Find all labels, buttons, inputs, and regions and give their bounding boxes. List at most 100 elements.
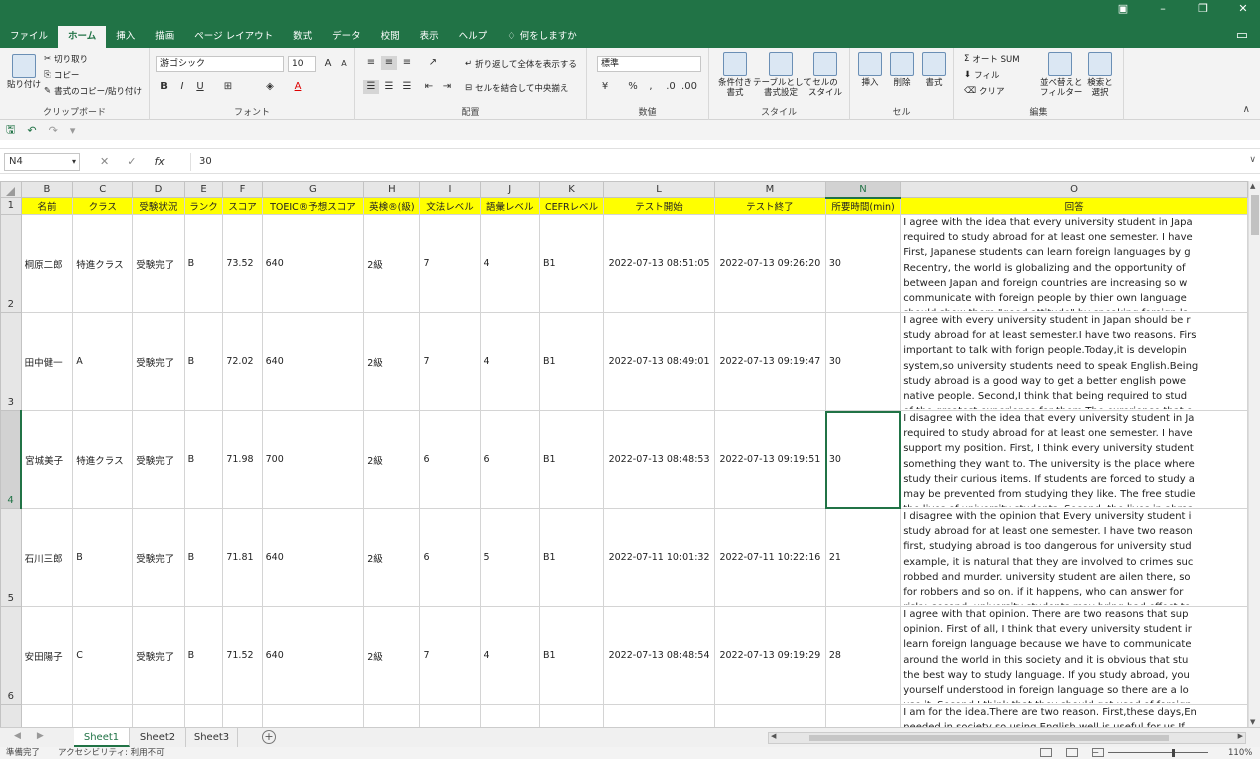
cell-end[interactable]: 2022-07-11 10:22:16	[713, 508, 826, 607]
tab-file[interactable]: ファイル	[0, 26, 58, 48]
scroll-left-icon[interactable]: ◀	[771, 732, 776, 740]
cell-end[interactable]: 2022-07-13 09:26:20	[713, 214, 826, 313]
orientation-icon[interactable]: ↗	[425, 56, 441, 70]
header-cell[interactable]: 回答	[900, 197, 1248, 215]
tab-page-layout[interactable]: ページ レイアウト	[184, 26, 283, 48]
align-center-icon[interactable]: ☰	[381, 80, 397, 94]
cell-score[interactable]: 71.98	[222, 410, 263, 509]
row-header[interactable]: 1	[0, 197, 22, 215]
zoom-level[interactable]: 110%	[1228, 747, 1252, 759]
ribbon-display-icon[interactable]: ▣	[1114, 2, 1132, 15]
format-cells-button[interactable]: 書式	[918, 52, 950, 88]
row-header[interactable]: 2	[0, 214, 22, 313]
tab-help[interactable]: ヘルプ	[449, 26, 498, 48]
cell-toeic[interactable]: 700	[261, 410, 365, 509]
format-painter-button[interactable]: ✎ 書式のコピー/貼り付け	[44, 85, 142, 97]
cell-score[interactable]: 72.02	[222, 312, 263, 411]
header-cell[interactable]: テスト終了	[713, 197, 826, 215]
cell-class[interactable]: 特進クラス	[72, 410, 134, 509]
header-cell[interactable]: CEFRレベル	[538, 197, 605, 215]
tab-view[interactable]: 表示	[410, 26, 449, 48]
collapse-ribbon-icon[interactable]: ∧	[1243, 104, 1250, 115]
row-header[interactable]	[0, 704, 22, 727]
cell-answer[interactable]: I agree with every university student in…	[900, 312, 1248, 411]
column-header-m[interactable]: M	[713, 181, 826, 198]
fill-color-icon[interactable]: ◈	[262, 80, 278, 94]
cell-styles-button[interactable]: セルの スタイル	[805, 52, 845, 98]
cell-class[interactable]: B	[72, 508, 134, 607]
cell-class[interactable]: 特進クラス	[72, 214, 134, 313]
prev-sheet-icon[interactable]: ◀	[14, 731, 21, 741]
cell-grammar[interactable]: 6	[419, 508, 481, 607]
clear-button[interactable]: ⌫ クリア	[964, 85, 1005, 97]
accessibility-status[interactable]: アクセシビリティ: 利用不可	[58, 747, 165, 759]
cell-cefr[interactable]: B1	[538, 214, 605, 313]
cell-status[interactable]: 受験完了	[132, 214, 185, 313]
cell-vocab[interactable]: 4	[479, 214, 540, 313]
header-cell[interactable]: ランク	[183, 197, 224, 215]
cell-empty[interactable]	[713, 704, 826, 727]
increase-indent-icon[interactable]: ⇥	[439, 80, 455, 94]
cell-start[interactable]: 2022-07-13 08:48:54	[603, 606, 715, 705]
column-header-j[interactable]: J	[479, 181, 540, 198]
increase-decimal-icon[interactable]: .0	[663, 80, 679, 94]
tell-me-box[interactable]: ♢ 何をしますか	[497, 26, 587, 48]
tab-home[interactable]: ホーム	[58, 26, 107, 48]
cell-end[interactable]: 2022-07-13 09:19:51	[713, 410, 826, 509]
paste-button[interactable]: 貼り付け	[6, 54, 42, 90]
cut-button[interactable]: ✂ 切り取り	[44, 53, 88, 65]
column-header-n[interactable]: N	[824, 181, 902, 199]
decrease-indent-icon[interactable]: ⇤	[421, 80, 437, 94]
currency-icon[interactable]: ¥	[597, 80, 613, 94]
copy-button[interactable]: ⎘ コピー	[44, 69, 79, 81]
cell-score[interactable]: 71.81	[222, 508, 263, 607]
header-cell[interactable]: 語彙レベル	[479, 197, 540, 215]
cell-score[interactable]: 71.52	[222, 606, 263, 705]
cell-duration[interactable]: 21	[824, 508, 902, 607]
italic-button[interactable]: I	[174, 80, 190, 94]
cell-start[interactable]: 2022-07-11 10:01:32	[603, 508, 715, 607]
cell-status[interactable]: 受験完了	[132, 312, 185, 411]
cell-duration[interactable]: 28	[824, 606, 902, 705]
autosum-button[interactable]: Σ オート SUM	[964, 53, 1020, 65]
column-header-e[interactable]: E	[183, 181, 224, 198]
cell-rank[interactable]: B	[183, 410, 224, 509]
cell-rank[interactable]: B	[183, 214, 224, 313]
font-size-select[interactable]: 10	[288, 56, 316, 72]
find-select-button[interactable]: 検索と 選択	[1082, 52, 1118, 98]
cell-status[interactable]: 受験完了	[132, 606, 185, 705]
cell-rank[interactable]: B	[183, 508, 224, 607]
cell-empty[interactable]	[603, 704, 715, 727]
cell-answer[interactable]: I agree with that opinion. There are two…	[900, 606, 1248, 705]
cell-toeic[interactable]: 640	[261, 312, 365, 411]
cell-empty[interactable]	[479, 704, 540, 727]
decrease-decimal-icon[interactable]: .00	[681, 80, 697, 94]
header-cell[interactable]: 英検®(級)	[363, 197, 421, 215]
cell-empty[interactable]	[824, 704, 902, 727]
header-cell[interactable]: TOEIC®予想スコア	[261, 197, 365, 215]
font-name-select[interactable]: 游ゴシック	[156, 56, 284, 72]
row-header[interactable]: 6	[0, 606, 22, 705]
wrap-text-button[interactable]: ↵ 折り返して全体を表示する	[465, 58, 577, 70]
cell-status[interactable]: 受験完了	[132, 410, 185, 509]
align-top-icon[interactable]: ≡	[363, 56, 379, 70]
redo-icon[interactable]: ↷	[49, 124, 58, 137]
cell-vocab[interactable]: 4	[479, 606, 540, 705]
comma-style-icon[interactable]: ,	[643, 80, 659, 94]
format-as-table-button[interactable]: テーブルとして 書式設定	[753, 52, 812, 98]
align-bottom-icon[interactable]: ≡	[399, 56, 415, 70]
sheet-tab-3[interactable]: Sheet3	[186, 728, 238, 747]
sheet-tab-2[interactable]: Sheet2	[130, 728, 186, 747]
fill-button[interactable]: ⬇ フィル	[964, 69, 999, 81]
worksheet-grid[interactable]: B C D E F G H I J K L M N O 1 名前 クラス 受験状…	[0, 181, 1248, 727]
grow-font-icon[interactable]: A	[320, 57, 336, 71]
cell-empty[interactable]	[538, 704, 605, 727]
shrink-font-icon[interactable]: A	[336, 57, 352, 71]
cell-empty[interactable]	[72, 704, 134, 727]
cell-answer[interactable]: I am for the idea.There are two reason. …	[900, 704, 1248, 727]
scroll-right-icon[interactable]: ▶	[1238, 732, 1243, 740]
cell-empty[interactable]	[222, 704, 263, 727]
cell-name[interactable]: 宮城美子	[20, 410, 74, 509]
cell-vocab[interactable]: 6	[479, 410, 540, 509]
comments-icon[interactable]: ▭	[1236, 28, 1248, 43]
